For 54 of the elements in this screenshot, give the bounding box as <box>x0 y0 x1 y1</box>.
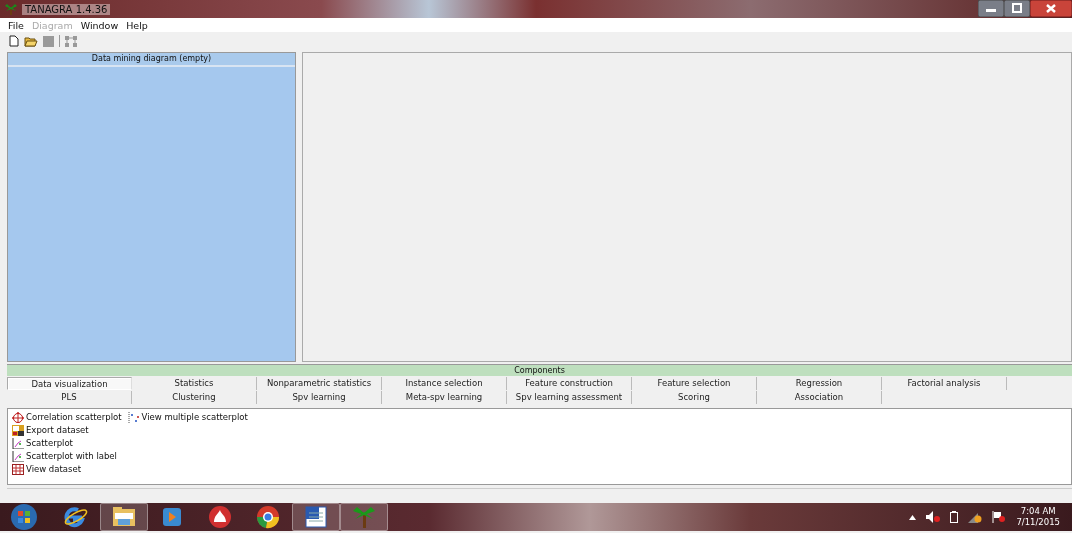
document-icon <box>302 504 330 530</box>
tab[interactable]: Factorial analysis <box>882 376 1007 390</box>
tab[interactable]: Feature construction <box>507 376 632 390</box>
grid-icon <box>12 463 24 475</box>
speaker-icon[interactable] <box>926 511 941 523</box>
crosshair-icon <box>12 411 24 423</box>
component-item[interactable]: Export dataset <box>26 425 89 436</box>
table-icon <box>12 424 24 436</box>
flame-icon <box>206 504 234 530</box>
tab[interactable]: Regression <box>757 376 882 390</box>
tab[interactable]: PLS <box>7 391 132 405</box>
flag-icon[interactable] <box>992 511 1007 523</box>
taskbar-button[interactable] <box>100 503 148 531</box>
tab[interactable]: Scoring <box>632 391 757 405</box>
tab[interactable]: Feature selection <box>632 376 757 390</box>
component-item[interactable]: View multiple scatterplot <box>141 412 248 423</box>
window-title: TANAGRA 1.4.36 <box>22 3 111 15</box>
tab[interactable]: Statistics <box>132 376 257 390</box>
minimize-icon[interactable] <box>978 0 1004 17</box>
tab[interactable]: Instance selection <box>382 376 507 390</box>
component-item[interactable]: View dataset <box>26 464 81 475</box>
component-item[interactable]: Correlation scatterplot <box>26 412 122 423</box>
network-icon[interactable] <box>968 511 983 523</box>
scatter-icon <box>127 411 140 423</box>
menu-item[interactable]: Window <box>80 19 119 31</box>
tab[interactable]: Nonparametric statistics <box>257 376 382 390</box>
menu-item[interactable]: File <box>8 19 24 31</box>
close-icon[interactable] <box>1030 0 1072 17</box>
clock-date: 7/11/2015 <box>1016 517 1060 528</box>
panel-title: Data mining diagram (empty) <box>8 53 295 67</box>
tab[interactable]: Data visualization <box>7 376 132 390</box>
tab[interactable]: Association <box>757 391 882 405</box>
components-header: Components <box>7 364 1072 376</box>
menu-item[interactable]: Help <box>126 19 148 31</box>
chart-icon <box>12 450 24 462</box>
tab[interactable]: Meta-spv learning <box>382 391 507 405</box>
tab[interactable]: Spv learning assessment <box>507 391 632 405</box>
taskbar-button[interactable] <box>292 503 340 531</box>
battery-icon[interactable] <box>950 511 959 523</box>
tab[interactable]: Clustering <box>132 391 257 405</box>
maximize-icon[interactable] <box>1004 0 1030 17</box>
palm-tree-icon <box>4 3 18 15</box>
start-button-icon[interactable] <box>10 503 38 531</box>
component-item[interactable]: Scatterplot <box>26 438 73 449</box>
browser-icon <box>62 504 90 530</box>
chart-icon <box>12 437 24 449</box>
browser-icon <box>254 504 282 530</box>
clock-time: 7:04 AM <box>1020 506 1056 517</box>
tray-expand-icon[interactable] <box>909 514 917 520</box>
open-folder-icon[interactable] <box>24 35 38 47</box>
tab[interactable]: Spv learning <box>257 391 382 405</box>
clock[interactable]: 7:04 AM 7/11/2015 <box>1016 506 1060 528</box>
new-file-icon[interactable] <box>9 35 19 47</box>
component-item[interactable]: Scatterplot with label <box>26 451 117 462</box>
